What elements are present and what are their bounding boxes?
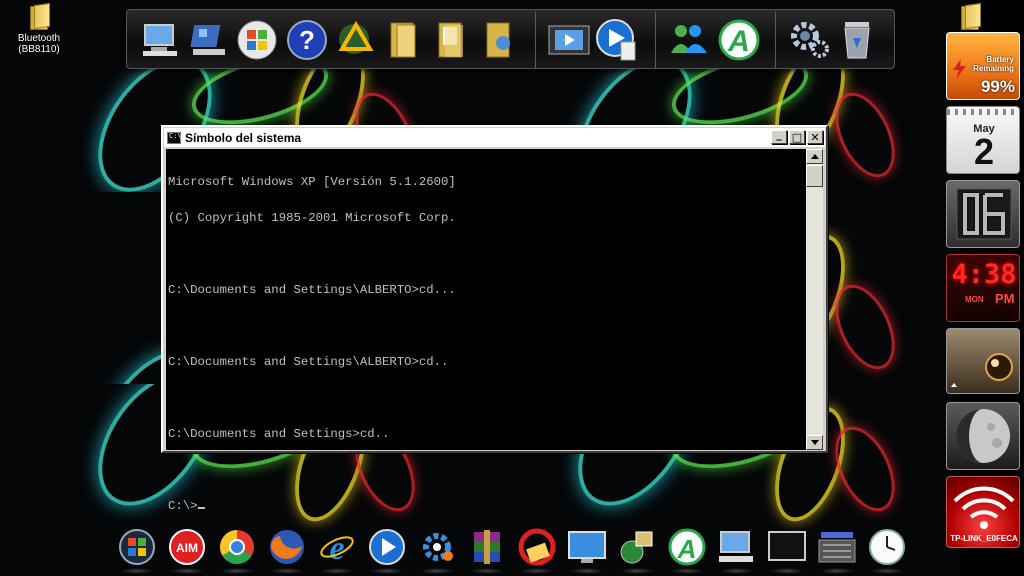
black-window-icon[interactable] [766, 526, 808, 574]
top-dock: ? A [126, 9, 895, 69]
windows-start-icon[interactable] [235, 18, 279, 62]
settings-icon[interactable] [787, 18, 831, 62]
text-cursor [197, 507, 205, 509]
help-icon[interactable]: ? [285, 18, 329, 62]
arrow-up-icon [810, 154, 819, 159]
clock-gadget[interactable]: 4:38 MON PM [946, 254, 1020, 322]
calendar-rings [947, 109, 1019, 115]
aim-icon[interactable]: AIM [166, 526, 208, 574]
cpu-meter-gadget[interactable] [946, 180, 1020, 248]
wifi-icon [953, 486, 1015, 529]
moon-phase-gadget[interactable] [946, 402, 1020, 470]
pictures-folder-icon[interactable] [477, 18, 521, 62]
maximize-button[interactable]: □ [789, 130, 805, 144]
svg-text:?: ? [299, 25, 315, 55]
wifi-gadget[interactable]: TP-LINK_E0FECA [946, 476, 1020, 548]
desktop-icon-label: Bluetooth (BB8110) [17, 33, 61, 55]
dock-separator [775, 12, 776, 68]
battery-subtitle: Remaining [973, 64, 1014, 73]
dock-separator [535, 12, 536, 68]
control-panel-icon[interactable] [187, 18, 231, 62]
wifi-ssid: TP-LINK_E0FECA [950, 534, 1018, 543]
vertical-scrollbar[interactable] [806, 149, 823, 450]
scroll-down-button[interactable] [806, 435, 823, 450]
clock-icon[interactable] [866, 526, 908, 574]
lightning-icon [953, 59, 966, 79]
my-computer-icon[interactable] [139, 18, 183, 62]
bottom-dock: AIM e A [108, 522, 916, 576]
media-player-icon[interactable] [366, 526, 408, 574]
clock-ampm: PM [995, 291, 1015, 306]
calendar-gadget[interactable]: May 2 [946, 106, 1020, 174]
close-icon: ✕ [810, 130, 820, 144]
chrome-icon[interactable] [216, 526, 258, 574]
cleaner-icon[interactable] [516, 526, 558, 574]
digital-display-icon [956, 188, 1012, 240]
console-line: Microsoft Windows XP [Versión 5.1.2600] [168, 175, 456, 189]
window-title-bar[interactable]: Símbolo del sistema _ □ ✕ [164, 128, 825, 147]
photo-icon [951, 353, 1013, 387]
console-line: C:\Documents and Settings\ALBERTO>cd... [168, 283, 456, 297]
console-icon [167, 131, 182, 144]
minimize-icon: _ [776, 128, 782, 141]
clock-time: 4:38 [951, 259, 1017, 290]
svg-text:e: e [329, 530, 344, 566]
app-a-icon[interactable]: A [666, 526, 708, 574]
monitor-icon[interactable] [566, 526, 608, 574]
calendar-day: 2 [973, 131, 995, 172]
dock-separator [655, 12, 656, 68]
firefox-icon[interactable] [266, 526, 308, 574]
messenger-icon[interactable] [667, 18, 711, 62]
internet-explorer-icon[interactable]: e [316, 526, 358, 574]
battery-gadget[interactable]: Battery Remaining 99% [946, 32, 1020, 100]
console-output[interactable]: Microsoft Windows XP [Versión 5.1.2600] … [166, 149, 806, 512]
desktop-icon-bluetooth[interactable]: Bluetooth (BB8110) [8, 4, 70, 55]
window-title: Símbolo del sistema [185, 130, 302, 145]
movie-maker-icon[interactable] [547, 18, 591, 62]
moon-icon [956, 409, 1010, 463]
keyboard-icon[interactable] [816, 526, 858, 574]
command-prompt-window[interactable]: Símbolo del sistema _ □ ✕ Microsoft Wind… [161, 125, 828, 512]
minimize-button[interactable]: _ [771, 128, 787, 144]
recycle-bin-icon[interactable] [835, 18, 879, 62]
winrar-icon[interactable] [466, 526, 508, 574]
svg-text:A: A [677, 534, 697, 564]
console-line: C:\Documents and Settings>cd.. [168, 427, 390, 441]
console-line: C:\Documents and Settings\ALBERTO>cd.. [168, 355, 449, 369]
console-prompt-line: C:\> [168, 500, 806, 512]
documents-folder-icon[interactable] [429, 18, 473, 62]
network-icon[interactable] [616, 526, 658, 574]
maximize-icon: □ [791, 130, 803, 144]
my-computer-icon[interactable] [716, 526, 758, 574]
clock-day: MON [965, 295, 984, 304]
battery-title: Battery [986, 55, 1014, 64]
console-line: (C) Copyright 1985-2001 Microsoft Corp. [168, 211, 456, 225]
folder-icon [28, 4, 50, 30]
svg-text:AIM: AIM [176, 541, 198, 555]
close-button[interactable]: ✕ [807, 130, 823, 144]
gadget-sidebar: Battery Remaining 99% May 2 4:38 MON PM [944, 0, 1024, 576]
scrollbar-thumb[interactable] [806, 165, 823, 187]
app-a-icon[interactable]: A [717, 18, 761, 62]
folder-icon[interactable] [381, 18, 425, 62]
svg-text:A: A [727, 25, 750, 58]
console-prompt: C:\> [168, 499, 198, 513]
arrow-down-icon [810, 440, 819, 445]
media-center-icon[interactable] [333, 18, 377, 62]
scroll-up-button[interactable] [806, 149, 823, 164]
windows-start-icon[interactable] [116, 526, 158, 574]
settings-gear-icon[interactable] [416, 526, 458, 574]
photo-gadget[interactable] [946, 328, 1020, 394]
media-player-icon[interactable] [595, 18, 639, 62]
battery-percent: 99% [980, 77, 1015, 96]
